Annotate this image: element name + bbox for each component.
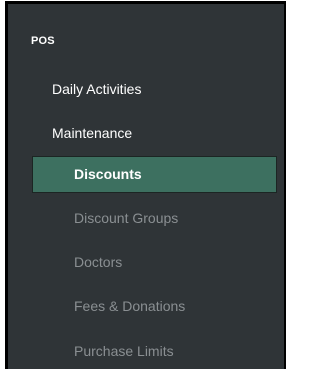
nav-item-doctors[interactable]: Doctors — [32, 244, 277, 281]
nav-group-daily-activities[interactable]: Daily Activities — [52, 81, 141, 97]
nav-group-maintenance[interactable]: Maintenance — [52, 125, 132, 141]
nav-item-discounts[interactable]: Discounts — [32, 156, 277, 193]
nav-item-purchase-limits[interactable]: Purchase Limits — [32, 333, 277, 369]
section-label-pos: POS — [31, 35, 55, 47]
pos-sidebar: POS Daily Activities Maintenance Discoun… — [5, 1, 286, 369]
nav-item-fees-donations[interactable]: Fees & Donations — [32, 288, 277, 325]
nav-item-discount-groups[interactable]: Discount Groups — [32, 200, 277, 237]
